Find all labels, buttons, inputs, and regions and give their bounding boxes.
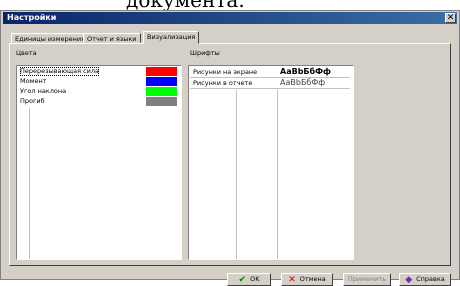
tab-panel-visualization: Цвета Перерезывающая сила Момент Угол на… — [9, 43, 451, 266]
font-item-report[interactable]: Рисунки в отчете AaBbБбФф — [190, 78, 350, 89]
checkmark-icon: ✔ — [238, 275, 247, 285]
background-text: документа. — [126, 0, 245, 10]
tab-units[interactable]: Единицы измерения — [11, 33, 90, 43]
help-label: Справка — [416, 275, 445, 283]
close-icon: ✕ — [446, 13, 455, 23]
window-title: Настройки — [7, 13, 57, 22]
color-item-moment[interactable]: Момент — [18, 77, 178, 86]
apply-label: Применить — [347, 275, 387, 283]
close-button[interactable]: ✕ — [445, 13, 456, 23]
ok-label: OK — [250, 275, 260, 283]
color-swatch[interactable] — [146, 97, 177, 106]
title-bar[interactable]: Настройки ✕ — [3, 12, 457, 24]
help-book-icon: ◆ — [405, 275, 413, 285]
color-item-slope-angle[interactable]: Угол наклона — [18, 87, 178, 96]
grid-line — [236, 90, 237, 259]
font-item-label: Рисунки в отчете — [193, 79, 253, 87]
colors-list: Перерезывающая сила Момент Угол наклона … — [16, 65, 182, 260]
color-item-label: Прогиб — [20, 97, 45, 105]
color-item-label: Перерезывающая сила — [20, 67, 100, 76]
color-swatch[interactable] — [146, 77, 177, 86]
color-item-label: Момент — [20, 77, 47, 85]
grid-line — [29, 108, 30, 259]
font-item-screen[interactable]: Рисунки на экране AaBbБбФф — [190, 67, 350, 78]
settings-dialog: Настройки ✕ Единицы измерения Отчет и яз… — [0, 10, 460, 286]
tab-report-languages[interactable]: Отчет и языки — [83, 33, 141, 43]
cancel-label: Отмена — [299, 275, 326, 283]
font-sample[interactable]: AaBbБбФф — [280, 67, 331, 77]
cross-icon: ✕ — [288, 275, 296, 285]
fonts-group-label: Шрифты — [190, 49, 220, 57]
background-document-fragment: документа. — [0, 0, 460, 10]
font-item-label: Рисунки на экране — [193, 68, 258, 76]
fonts-list: Рисунки на экране AaBbБбФф Рисунки в отч… — [188, 65, 354, 260]
color-item-shear-force[interactable]: Перерезывающая сила — [18, 67, 178, 76]
color-swatch[interactable] — [146, 67, 177, 76]
color-item-deflection[interactable]: Прогиб — [18, 97, 178, 106]
tab-visualization[interactable]: Визуализация — [143, 31, 200, 44]
colors-group-label: Цвета — [16, 49, 37, 57]
font-sample[interactable]: AaBbБбФф — [280, 78, 325, 88]
color-item-label: Угол наклона — [20, 87, 67, 95]
grid-line — [277, 90, 278, 259]
color-swatch[interactable] — [146, 87, 177, 96]
